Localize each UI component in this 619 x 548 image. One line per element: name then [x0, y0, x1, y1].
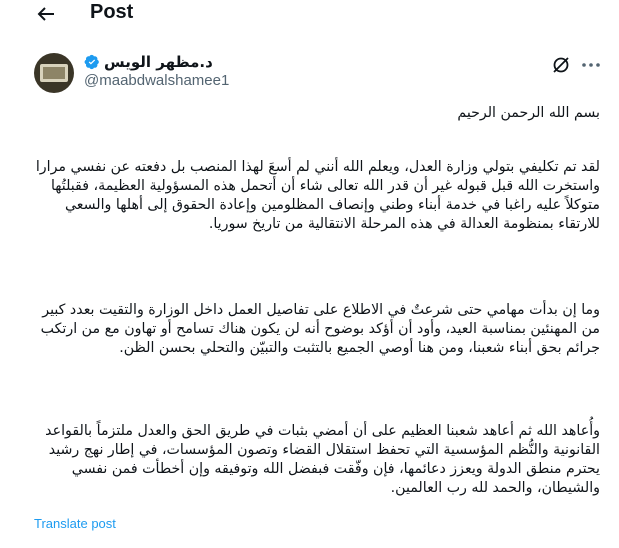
author-name[interactable]: د.مظهر الويس [104, 53, 213, 71]
avatar[interactable] [34, 53, 74, 93]
avatar-image-detail [43, 67, 65, 79]
top-bar: Post [0, 0, 619, 28]
arrow-left-icon[interactable] [34, 2, 58, 26]
translate-post-link[interactable]: Translate post [34, 516, 116, 531]
grok-icon[interactable] [551, 55, 571, 75]
post-paragraph-3: وما إن بدأت مهامي حتى شرعتٌ في الاطلاع ع… [40, 302, 600, 356]
post-paragraph-4: وأُعاهد الله ثم أعاهد شعبنا العظيم على أ… [45, 423, 600, 496]
author-handle[interactable]: @maabdwalshamee1 [84, 72, 229, 89]
author-name-row[interactable]: د.مظهر الويس [84, 53, 213, 71]
verified-badge-icon [84, 54, 99, 70]
post-paragraph-2: لقد تم تكليفي بتولي وزارة العدل، ويعلم ا… [35, 159, 600, 232]
post-paragraph-1: بسم الله الرحمن الرحيم [457, 105, 600, 121]
page-title: Post [90, 1, 134, 23]
more-horizontal-icon[interactable] [580, 55, 602, 75]
